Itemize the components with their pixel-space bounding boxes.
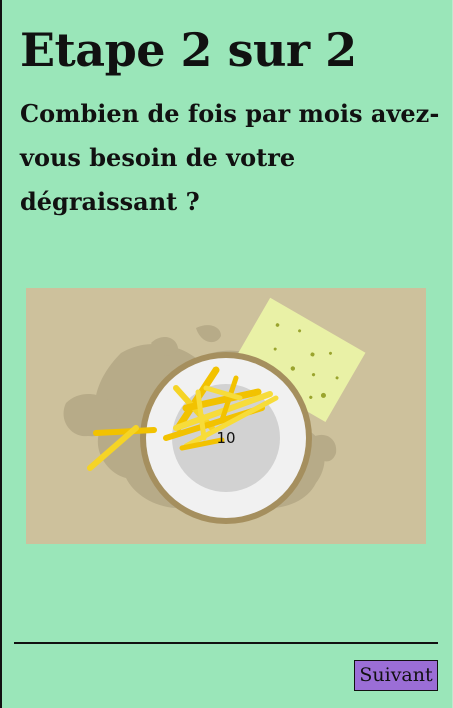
- step-title: Etape 2 sur 2: [20, 23, 357, 77]
- left-border: [0, 0, 2, 708]
- slider-value[interactable]: 10: [204, 430, 248, 446]
- fries-plate-icon: [63, 297, 366, 524]
- fries-plate-illustration: [26, 288, 426, 544]
- next-button[interactable]: Suivant: [354, 660, 438, 691]
- question-text: Combien de fois par mois avez-vous besoi…: [20, 99, 440, 216]
- footer-divider: [14, 642, 438, 644]
